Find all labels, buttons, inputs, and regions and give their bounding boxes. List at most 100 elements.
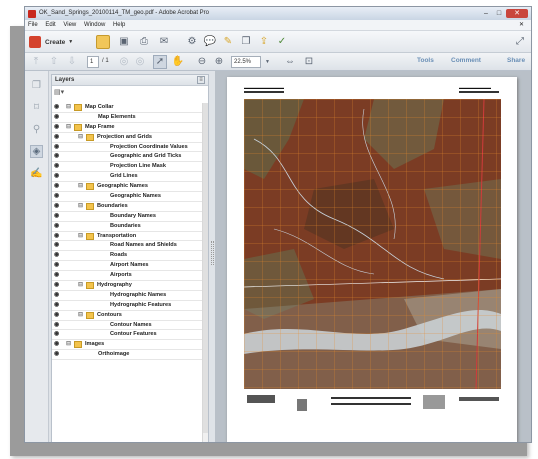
select-cursor-icon[interactable]: ➚ — [153, 55, 167, 69]
tools-link[interactable]: Tools — [417, 57, 434, 64]
layer-row[interactable]: ◉ Grid Lines — [52, 172, 203, 183]
layer-visibility-eye-icon[interactable]: ◉ — [54, 113, 59, 122]
layer-collapse-icon[interactable]: ⊟ — [66, 123, 71, 132]
layer-collapse-icon[interactable]: ⊟ — [78, 311, 83, 320]
attachments-icon[interactable]: ⚲ — [30, 123, 43, 136]
layer-visibility-eye-icon[interactable]: ◉ — [54, 291, 59, 300]
layers-options-button[interactable]: ▤▾ — [54, 88, 64, 98]
layer-row[interactable]: ◉ Orthoimage — [52, 350, 203, 361]
layer-row[interactable]: ◉ Geographic and Grid Ticks — [52, 152, 203, 163]
layer-row[interactable]: ◉ Boundaries — [52, 222, 203, 232]
zoom-in-icon[interactable]: ⊕ — [212, 55, 226, 69]
layer-row[interactable]: ◉ Geographic Names — [52, 192, 203, 202]
close-window-icon[interactable]: ✕ — [506, 9, 528, 18]
layer-row[interactable]: ◉ ⊟ Images — [52, 340, 203, 351]
layer-visibility-eye-icon[interactable]: ◉ — [54, 182, 59, 191]
layer-row[interactable]: ◉ Road Names and Shields — [52, 241, 203, 252]
menu-view[interactable]: View — [60, 20, 79, 31]
layer-visibility-eye-icon[interactable]: ◉ — [54, 192, 59, 201]
page-thumbnails-icon[interactable]: ❐ — [30, 79, 43, 92]
menu-window[interactable]: Window — [81, 20, 108, 31]
zoom-dropdown-icon[interactable]: ▼ — [263, 56, 272, 68]
layer-row[interactable]: ◉ ⊟ Map Collar — [52, 103, 203, 113]
maximize-icon[interactable]: □ — [493, 9, 505, 18]
menu-edit[interactable]: Edit — [42, 20, 58, 31]
layer-row[interactable]: ◉ Airports — [52, 271, 203, 282]
previous-page-icon[interactable]: ⇧ — [47, 55, 61, 69]
layer-visibility-eye-icon[interactable]: ◉ — [54, 261, 59, 270]
comment-bubble-icon[interactable]: 💬 — [203, 35, 217, 49]
layer-visibility-eye-icon[interactable]: ◉ — [54, 143, 59, 152]
layer-row[interactable]: ◉ Contour Names — [52, 321, 203, 331]
scrollbar-thumb[interactable] — [203, 103, 208, 433]
signatures-icon[interactable]: ✍ — [30, 167, 43, 180]
layer-row[interactable]: ◉ Projection Coordinate Values — [52, 143, 203, 153]
combine-files-icon[interactable]: ❐ — [239, 35, 253, 49]
comment-link[interactable]: Comment — [451, 57, 481, 64]
zoom-out-icon[interactable]: ⊖ — [195, 55, 209, 69]
layer-visibility-eye-icon[interactable]: ◉ — [54, 232, 59, 241]
layer-collapse-icon[interactable]: ⊟ — [66, 340, 71, 349]
layer-visibility-eye-icon[interactable]: ◉ — [54, 123, 59, 132]
layer-visibility-eye-icon[interactable]: ◉ — [54, 311, 59, 320]
layer-visibility-eye-icon[interactable]: ◉ — [54, 172, 59, 181]
layer-row[interactable]: ◉ Roads — [52, 251, 203, 262]
layer-visibility-eye-icon[interactable]: ◉ — [54, 103, 59, 112]
layer-row[interactable]: ◉ Hydrographic Names — [52, 291, 203, 301]
layer-row[interactable]: ◉ ⊟ Geographic Names — [52, 182, 203, 193]
layer-row[interactable]: ◉ ⊟ Boundaries — [52, 202, 203, 212]
layer-row[interactable]: ◉ Map Elements — [52, 113, 203, 123]
layer-visibility-eye-icon[interactable]: ◉ — [54, 330, 59, 339]
fit-page-icon[interactable]: ⊡ — [302, 55, 316, 69]
open-folder-icon[interactable] — [96, 35, 110, 49]
email-icon[interactable]: ✉ — [157, 35, 171, 49]
layer-row[interactable]: ◉ Boundary Names — [52, 212, 203, 222]
layer-visibility-eye-icon[interactable]: ◉ — [54, 251, 59, 260]
fit-icon[interactable]: ◎ — [133, 55, 147, 69]
zoom-level-input[interactable]: 22.5% — [231, 56, 261, 68]
layer-visibility-eye-icon[interactable]: ◉ — [54, 202, 59, 211]
minimize-icon[interactable]: – — [480, 9, 492, 18]
highlight-icon[interactable]: ✎ — [221, 35, 235, 49]
next-page-icon[interactable]: ⇩ — [65, 55, 79, 69]
print-icon[interactable]: ⎙ — [137, 35, 151, 49]
create-button[interactable]: Create ▼ — [29, 35, 73, 49]
layer-row[interactable]: ◉ ⊟ Projection and Grids — [52, 133, 203, 143]
bookmarks-icon[interactable]: ⌑ — [30, 101, 43, 114]
layer-row[interactable]: ◉ ⊟ Transportation — [52, 232, 203, 242]
layer-visibility-eye-icon[interactable]: ◉ — [54, 301, 59, 310]
document-viewport[interactable]: ▬▬▬▬▬▬▬▬▬▬ ▬▬▬▬▬▬▬▬ — [215, 71, 531, 442]
save-icon[interactable]: ▣ — [117, 35, 131, 49]
layer-visibility-eye-icon[interactable]: ◉ — [54, 340, 59, 349]
layer-row[interactable]: ◉ ⊟ Contours — [52, 311, 203, 321]
layer-visibility-eye-icon[interactable]: ◉ — [54, 241, 59, 250]
layer-visibility-eye-icon[interactable]: ◉ — [54, 350, 59, 359]
menu-file[interactable]: File — [25, 20, 41, 31]
layer-visibility-eye-icon[interactable]: ◉ — [54, 162, 59, 171]
layer-visibility-eye-icon[interactable]: ◉ — [54, 222, 59, 231]
layer-collapse-icon[interactable]: ⊟ — [78, 202, 83, 211]
layer-visibility-eye-icon[interactable]: ◉ — [54, 133, 59, 142]
layer-collapse-icon[interactable]: ⊟ — [78, 281, 83, 290]
fit-width-icon[interactable]: ⇔ — [283, 55, 297, 69]
sign-icon[interactable]: ✓ — [275, 35, 289, 49]
layer-row[interactable]: ◉ Airport Names — [52, 261, 203, 272]
settings-gear-icon[interactable]: ⚙ — [185, 35, 199, 49]
export-icon[interactable]: ⇪ — [257, 35, 271, 49]
hand-tool-icon[interactable]: ✋ — [171, 55, 185, 69]
menu-help[interactable]: Help — [110, 20, 128, 31]
first-page-icon[interactable]: ⤒ — [29, 55, 43, 69]
layer-row[interactable]: ◉ ⊟ Map Frame — [52, 123, 203, 133]
layers-icon[interactable]: ◈ — [30, 145, 43, 158]
layer-row[interactable]: ◉ Contour Features — [52, 330, 203, 341]
layer-visibility-eye-icon[interactable]: ◉ — [54, 152, 59, 161]
layer-visibility-eye-icon[interactable]: ◉ — [54, 321, 59, 330]
layer-visibility-eye-icon[interactable]: ◉ — [54, 271, 59, 280]
page-number-input[interactable]: 1 — [87, 56, 99, 68]
layer-collapse-icon[interactable]: ⊟ — [78, 133, 83, 142]
layer-collapse-icon[interactable]: ⊟ — [78, 182, 83, 191]
layer-collapse-icon[interactable]: ⊟ — [66, 103, 71, 112]
layers-scrollbar[interactable] — [202, 103, 208, 442]
layer-row[interactable]: ◉ ⊟ Hydrography — [52, 281, 203, 291]
share-link[interactable]: Share — [507, 57, 525, 64]
